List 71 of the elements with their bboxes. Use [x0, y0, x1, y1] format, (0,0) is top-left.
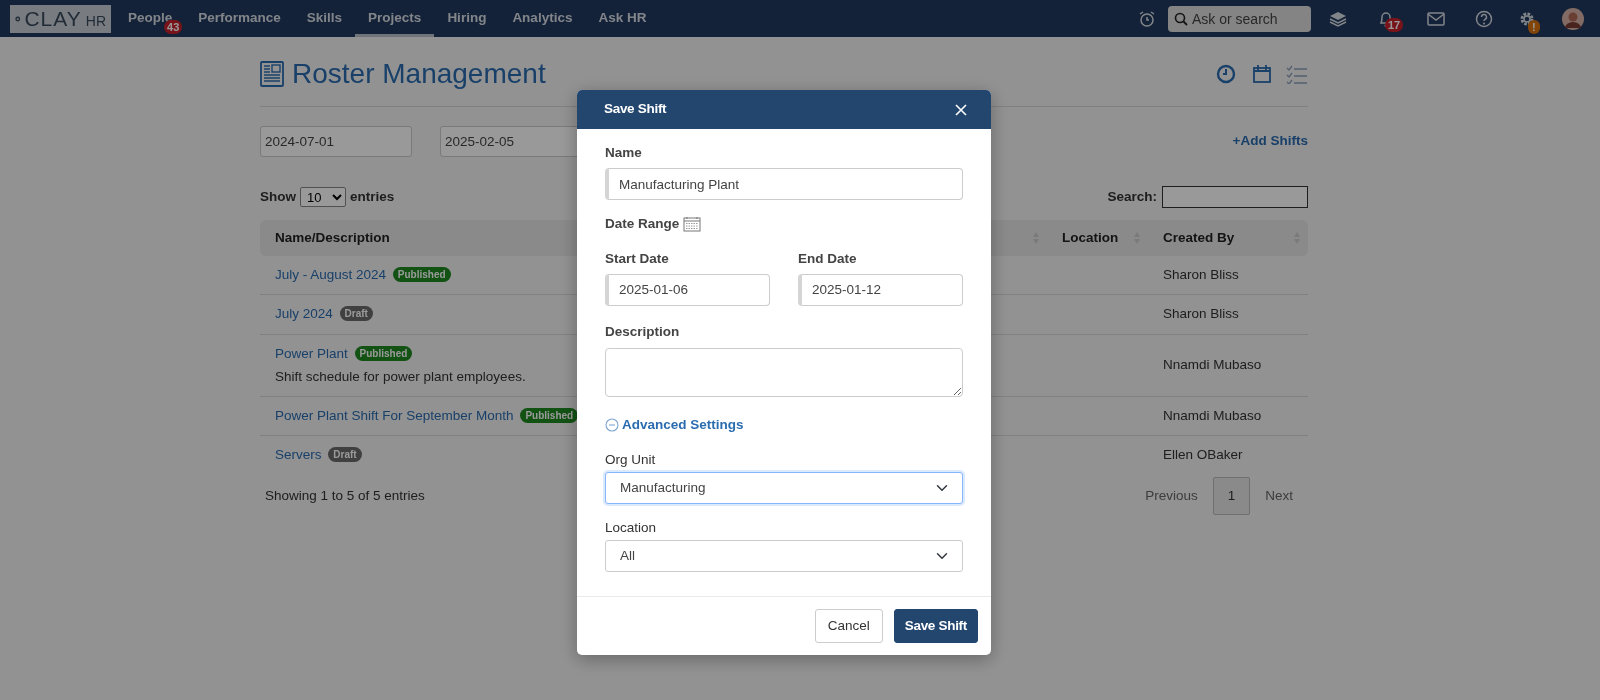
column-header[interactable]: Created By	[1163, 229, 1235, 245]
nav-tab[interactable]: Ask HR	[585, 0, 660, 37]
show-label: Show	[260, 187, 296, 206]
nav-tab[interactable]: Analytics	[499, 0, 586, 37]
logo[interactable]: CLAY HR	[10, 4, 111, 33]
help-icon[interactable]	[1475, 9, 1493, 28]
status-label: Draft	[328, 447, 362, 463]
search-field[interactable]: Ask or search	[1168, 5, 1311, 32]
name-field[interactable]: Manufacturing Plant	[605, 168, 963, 201]
nav-tab[interactable]: Projects	[355, 0, 435, 37]
alarm-clock-icon[interactable]	[1138, 9, 1156, 28]
roster-link[interactable]: July - August 2024	[275, 267, 387, 282]
search-icon	[1174, 11, 1188, 26]
entries-select[interactable]: 10	[300, 187, 346, 207]
roster-link[interactable]: Power Plant	[275, 345, 348, 361]
status-label: Published	[354, 345, 413, 361]
pagination-button[interactable]: Previous	[1130, 476, 1213, 515]
roster-description: Shift schedule for power plant employees.	[275, 367, 527, 386]
checklist-icon[interactable]	[1286, 64, 1308, 84]
nav-tab[interactable]: Performance	[185, 0, 294, 37]
description-field[interactable]	[605, 348, 963, 397]
roster-link[interactable]: Servers	[275, 447, 322, 463]
field-label: Name	[605, 144, 643, 162]
layers-icon[interactable]	[1329, 10, 1347, 27]
field-label: Location	[605, 518, 658, 537]
column-header[interactable]: Name/Description	[275, 229, 390, 245]
select-field[interactable]: All	[605, 540, 963, 573]
date-field[interactable]: 2024-07-01	[260, 126, 412, 157]
status-label: Published	[520, 408, 579, 423]
status-label: Draft	[339, 306, 373, 322]
avatar-icon[interactable]	[1562, 7, 1584, 30]
status-label: Published	[392, 267, 451, 282]
creator-name: Nnamdi Mubaso	[1163, 357, 1262, 373]
end-date-field[interactable]: 2025-01-12	[798, 273, 963, 306]
creator-name: Nnamdi Mubaso	[1163, 408, 1262, 423]
start-date-field[interactable]: 2025-01-06	[605, 273, 770, 306]
document-icon	[260, 61, 284, 87]
dialog-title: Save Shift	[604, 101, 667, 118]
section-label: Date Range	[605, 215, 680, 234]
field-label: End Date	[798, 249, 858, 268]
field-label: Org Unit	[605, 450, 657, 469]
creator-name: Sharon Bliss	[1163, 306, 1239, 322]
creator-name: Ellen OBaker	[1163, 447, 1243, 463]
calendar-icon[interactable]	[683, 216, 702, 233]
entries-info: Showing 1 to 5 of 5 entries	[265, 486, 425, 505]
save-button[interactable]: Save Shift	[893, 609, 978, 644]
nav-tab[interactable]: People 43	[115, 0, 186, 37]
count-badge: 17	[1385, 17, 1404, 32]
nav-tab[interactable]: Hiring	[434, 0, 500, 37]
close-icon[interactable]	[955, 103, 967, 116]
roster-link[interactable]: July 2024	[275, 306, 333, 322]
minus-circle-icon	[605, 418, 619, 433]
page-title: Roster Management	[292, 57, 546, 91]
pagination-button[interactable]: Next	[1250, 476, 1308, 515]
pagination-button[interactable]: 1	[1212, 476, 1251, 515]
calendar-icon[interactable]	[1252, 64, 1272, 84]
field-label: Description	[605, 322, 681, 341]
add-shifts-link[interactable]: +Add Shifts	[1232, 131, 1308, 152]
advanced-settings-toggle[interactable]: Advanced Settings	[605, 415, 744, 436]
creator-name: Sharon Bliss	[1163, 267, 1239, 282]
alert-badge: !	[1528, 19, 1540, 34]
roster-link[interactable]: Power Plant Shift For September Month	[275, 408, 514, 423]
select-field[interactable]: Manufacturing	[605, 471, 963, 504]
mail-icon[interactable]	[1427, 11, 1445, 26]
search-label: Search:	[1107, 187, 1157, 206]
field-label: Start Date	[605, 249, 670, 268]
clock-icon[interactable]	[1216, 64, 1236, 84]
table-search-field[interactable]	[1162, 186, 1308, 208]
nav-tab[interactable]: Skills	[293, 0, 356, 37]
entries-label: entries	[350, 187, 395, 206]
cancel-button[interactable]: Cancel	[814, 609, 883, 644]
